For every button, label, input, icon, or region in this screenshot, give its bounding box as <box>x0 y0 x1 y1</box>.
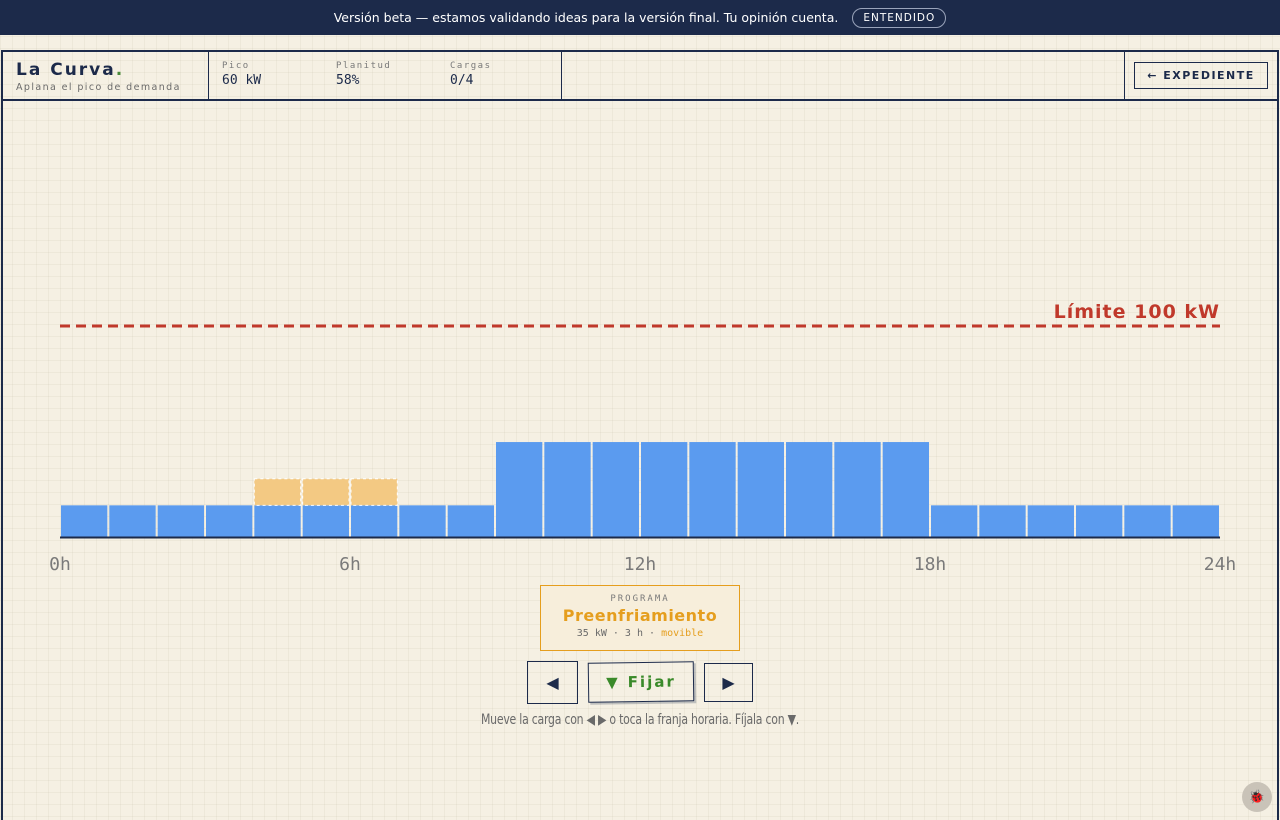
preview-load-bar <box>302 478 350 506</box>
triangle-left-icon: ◀ <box>546 673 559 692</box>
x-tick-label: 12h <box>624 554 657 575</box>
load-bar <box>254 505 301 537</box>
load-bar <box>496 442 543 537</box>
preview-load-bar <box>253 478 302 506</box>
bug-report-button[interactable]: 🐞 <box>1242 782 1272 812</box>
fix-label: Fijar <box>627 672 676 692</box>
fix-button[interactable]: ▼ Fijar <box>587 661 695 703</box>
load-bar <box>1076 505 1123 537</box>
load-bar <box>351 505 398 537</box>
program-meta: 35 kW · 3 h · movible <box>576 628 704 639</box>
x-tick-label: 18h <box>914 554 947 575</box>
load-bar <box>1027 505 1074 537</box>
triangle-down-icon: ▼ <box>606 673 620 692</box>
instructions-hint: Mueve la carga con ◀ ▶ o toca la franja … <box>480 712 800 728</box>
load-bar <box>109 505 156 537</box>
load-bar <box>1172 505 1219 537</box>
load-bar <box>882 442 929 537</box>
load-bar <box>979 505 1026 537</box>
x-tick-label: 6h <box>339 554 361 575</box>
load-bar <box>592 442 639 537</box>
program-tag: movible <box>661 628 704 639</box>
preview-load-bar <box>350 478 398 506</box>
load-bar <box>447 505 494 537</box>
move-right-button[interactable]: ▶ <box>704 663 753 702</box>
program-card: PROGRAMA Preenfriamiento 35 kW · 3 h · m… <box>540 585 740 651</box>
load-bar <box>157 505 204 537</box>
x-tick-label: 24h <box>1204 554 1237 575</box>
program-kicker: PROGRAMA <box>610 594 670 604</box>
load-bar <box>689 442 736 537</box>
load-bar <box>61 505 108 537</box>
load-bar <box>641 442 688 537</box>
move-left-button[interactable]: ◀ <box>527 661 578 704</box>
bug-icon: 🐞 <box>1248 789 1266 805</box>
load-bar <box>399 505 446 537</box>
triangle-right-icon: ▶ <box>722 673 735 692</box>
load-bar <box>1124 505 1171 537</box>
load-bar <box>206 505 253 537</box>
program-name: Preenfriamiento <box>562 606 718 625</box>
load-bar <box>931 505 978 537</box>
demand-chart[interactable]: 0h 6h 12h 18h 24h Límite 100 kW <box>0 0 1280 600</box>
x-tick-label: 0h <box>49 554 71 575</box>
limit-label: Límite 100 kW <box>1054 301 1220 323</box>
load-bar <box>302 505 349 537</box>
load-bar <box>737 442 784 537</box>
load-bar <box>834 442 881 537</box>
load-bar <box>544 442 591 537</box>
load-bar <box>786 442 833 537</box>
